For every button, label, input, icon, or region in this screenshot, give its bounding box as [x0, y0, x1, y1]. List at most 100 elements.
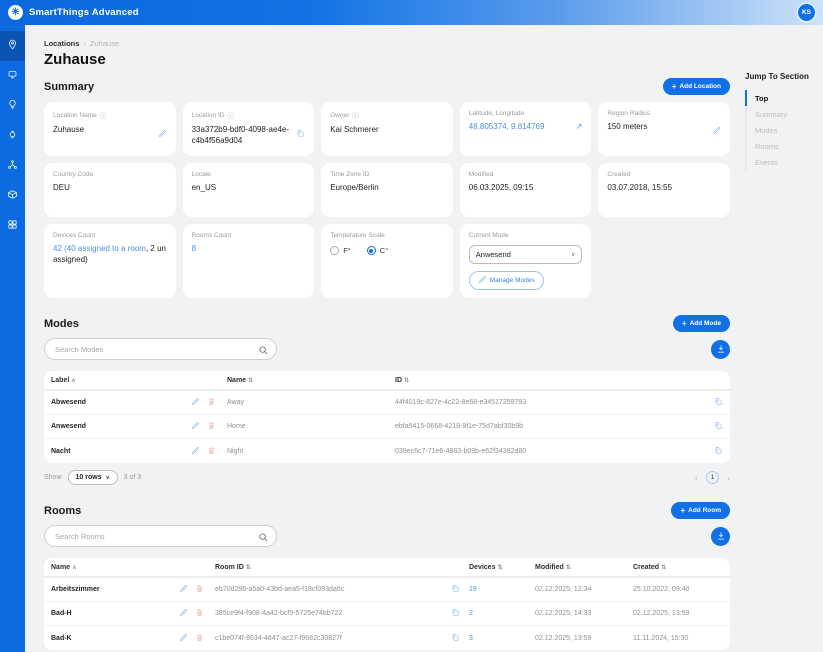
- sidebar-item-network[interactable]: [0, 151, 25, 181]
- modes-sort-name[interactable]: Name⇅: [227, 377, 395, 384]
- user-avatar[interactable]: KS: [798, 4, 815, 21]
- add-mode-button[interactable]: + Add Mode: [673, 315, 730, 332]
- delete-icon[interactable]: [207, 397, 216, 408]
- mode-id: ebfa5415-0668-4218-9f1e-75d7abf30b9b: [395, 423, 705, 430]
- room-modified: 02.12.2025, 12:34: [535, 586, 633, 593]
- plus-icon: +: [682, 322, 687, 326]
- breadcrumb-locations[interactable]: Locations: [44, 39, 79, 48]
- location-pin-icon: [7, 37, 18, 55]
- manage-modes-button[interactable]: Manage Modes: [469, 271, 544, 290]
- mode-name: Home: [227, 423, 395, 430]
- rooms-download-button[interactable]: [711, 527, 730, 546]
- edit-icon[interactable]: [179, 608, 188, 619]
- prev-page-icon[interactable]: ‹: [695, 473, 698, 483]
- rooms-sort-id[interactable]: Room ID⇅: [215, 564, 451, 571]
- jump-item-modes[interactable]: Modes: [745, 122, 817, 138]
- add-location-button[interactable]: + Add Location: [663, 78, 730, 95]
- room-id: c1be074f-8634-4647-ac27-f9682c30827f: [215, 635, 451, 642]
- sidebar-item-apps[interactable]: [0, 211, 25, 241]
- copy-icon[interactable]: [714, 397, 723, 408]
- sidebar-item-automations[interactable]: [0, 91, 25, 121]
- edit-icon[interactable]: [191, 421, 200, 432]
- rows-per-page-select[interactable]: 10 rows ∨: [68, 470, 118, 485]
- modes-heading: Modes: [44, 318, 79, 330]
- sort-icon: ⇅: [246, 565, 251, 571]
- breadcrumb-separator-icon: ›: [83, 39, 86, 48]
- room-devices-count[interactable]: 19: [469, 586, 535, 593]
- mode-name: Away: [227, 399, 395, 406]
- mode-id: 039ec6c7-71e6-4883-b09b-e62f34382d80: [395, 448, 705, 455]
- celsius-radio[interactable]: C°: [367, 246, 388, 255]
- breadcrumb: Locations › Zuhause: [44, 39, 730, 48]
- edit-icon[interactable]: [191, 446, 200, 457]
- copy-icon[interactable]: [451, 637, 460, 644]
- sort-icon: ⇅: [661, 565, 666, 571]
- next-page-icon[interactable]: ›: [727, 473, 730, 483]
- rooms-count-link[interactable]: 8: [192, 244, 196, 255]
- search-icon[interactable]: [258, 530, 269, 548]
- delete-icon[interactable]: [207, 421, 216, 432]
- rooms-sort-created[interactable]: Created⇅: [633, 564, 723, 571]
- chevron-down-icon: ∨: [571, 251, 575, 258]
- copy-icon[interactable]: [714, 421, 723, 432]
- jump-item-summary[interactable]: Summary: [745, 106, 817, 122]
- copy-icon[interactable]: [714, 446, 723, 457]
- lat-lng-link[interactable]: 48.805374, 9.814769: [469, 122, 545, 133]
- card-modified: Modified 06.03.2025, 09:15: [460, 163, 592, 217]
- sidebar-item-locations[interactable]: [0, 31, 25, 61]
- sort-icon: ⇅: [566, 565, 571, 571]
- room-row: Bad-H 385ce9f4-f908-4a42-bcf5-5725e74bb7…: [44, 602, 730, 626]
- jump-item-rooms[interactable]: Rooms: [745, 138, 817, 154]
- delete-icon[interactable]: [195, 584, 204, 595]
- modes-sort-id[interactable]: ID⇅: [395, 377, 705, 384]
- rooms-sort-name[interactable]: Name∧: [51, 564, 179, 571]
- card-country-code: Country Code DEU: [44, 163, 176, 217]
- edit-icon[interactable]: [179, 584, 188, 595]
- radio-icon: [330, 246, 339, 255]
- page-number[interactable]: 1: [706, 471, 719, 484]
- sidebar-item-packages[interactable]: [0, 181, 25, 211]
- add-room-button[interactable]: + Add Room: [671, 502, 730, 519]
- copy-icon[interactable]: [451, 612, 460, 619]
- room-created: 02.12.2025, 13:59: [633, 610, 723, 617]
- rooms-sort-devices[interactable]: Devices⇅: [469, 564, 535, 571]
- modes-download-button[interactable]: [711, 340, 730, 359]
- info-icon[interactable]: ⓘ: [100, 110, 107, 120]
- delete-icon[interactable]: [195, 608, 204, 619]
- card-label: Location ID: [192, 112, 225, 119]
- card-location-name: Location Nameⓘ Zuhause: [44, 102, 176, 156]
- main-area: Locations › Zuhause Zuhause Summary + Ad…: [25, 25, 823, 652]
- modes-search-input[interactable]: [44, 338, 277, 360]
- rooms-table-header: Name∧ Room ID⇅ Devices⇅ Modified⇅ Create…: [44, 558, 730, 578]
- modes-sort-label[interactable]: Label∧: [51, 377, 191, 384]
- edit-icon[interactable]: [712, 122, 721, 140]
- delete-icon[interactable]: [207, 446, 216, 457]
- card-label: Latitude, Longitude: [469, 110, 524, 117]
- jump-item-events[interactable]: Events: [745, 154, 817, 170]
- room-devices-count[interactable]: 2: [469, 610, 535, 617]
- rooms-search-input[interactable]: [44, 525, 277, 547]
- devices-count-link[interactable]: 42 (40 assigned to a room: [53, 244, 146, 253]
- rooms-sort-modified[interactable]: Modified⇅: [535, 564, 633, 571]
- add-mode-label: Add Mode: [690, 320, 721, 327]
- jump-item-top[interactable]: Top: [745, 90, 817, 106]
- country-code-value: DEU: [53, 183, 70, 194]
- sidebar-item-hubs[interactable]: [0, 121, 25, 151]
- copy-icon[interactable]: [451, 588, 460, 595]
- modes-section: Modes + Add Mode Label∧: [44, 315, 730, 485]
- current-mode-select[interactable]: Anwesend ∨: [469, 245, 583, 264]
- copy-icon[interactable]: [296, 125, 305, 143]
- fahrenheit-radio[interactable]: F°: [330, 246, 351, 255]
- card-location-id: Location IDⓘ 33a372b9-bdf0-4098-ae4e-c4b…: [183, 102, 315, 156]
- room-modified: 02.12.2025, 14:33: [535, 610, 633, 617]
- delete-icon[interactable]: [195, 633, 204, 644]
- sidebar-item-devices[interactable]: [0, 61, 25, 91]
- room-devices-count[interactable]: 3: [469, 635, 535, 642]
- info-icon[interactable]: ⓘ: [352, 110, 359, 120]
- edit-icon[interactable]: [179, 633, 188, 644]
- edit-icon[interactable]: [158, 125, 167, 143]
- search-icon[interactable]: [258, 343, 269, 361]
- info-icon[interactable]: ⓘ: [227, 110, 234, 120]
- edit-icon[interactable]: [191, 397, 200, 408]
- external-link-icon[interactable]: ↗: [576, 122, 583, 131]
